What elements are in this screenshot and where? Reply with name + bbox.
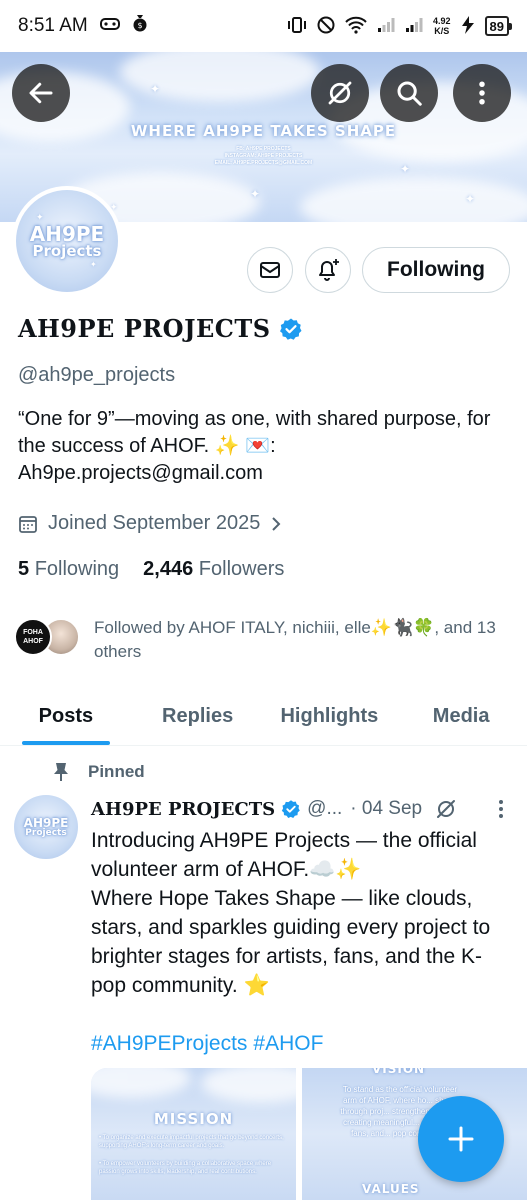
following-button[interactable]: Following xyxy=(362,247,510,293)
svg-text:$: $ xyxy=(137,21,142,30)
post-avatar[interactable]: AH9PE Projects xyxy=(14,795,78,859)
post-handle: @... xyxy=(307,798,343,819)
followers-label: Followers xyxy=(198,558,285,580)
calendar-icon xyxy=(19,515,37,533)
verified-badge-icon[interactable] xyxy=(279,317,303,341)
banner-cloud xyxy=(300,177,527,222)
tab-replies[interactable]: Replies xyxy=(132,688,264,745)
plus-icon xyxy=(448,1126,474,1152)
pinned-indicator: Pinned xyxy=(52,762,145,782)
values-title: VALUES xyxy=(362,1182,420,1196)
mutual-avatars: FOHA AHOF xyxy=(14,616,84,656)
tab-media[interactable]: Media xyxy=(395,688,527,745)
banner-sub-line: EMAIL: AH9PE.PROJECTS@GMAIL.COM xyxy=(214,160,313,166)
follow-stats: 5 Following 2,446 Followers xyxy=(18,558,284,581)
avatar-image: ✦ ✦ AH9PE Projects xyxy=(16,190,118,292)
vision-title: VISION xyxy=(372,1068,426,1076)
post-media-mission[interactable]: MISSION • To organize and execute impact… xyxy=(91,1068,296,1200)
search-icon xyxy=(397,81,422,106)
grok-icon[interactable] xyxy=(434,797,458,821)
post-body: Introducing AH9PE Projects — the officia… xyxy=(91,826,516,1000)
dnd-icon xyxy=(317,16,335,37)
money-bag-icon: $ xyxy=(132,14,148,38)
joined-date-row[interactable]: Joined September 2025 xyxy=(18,512,282,535)
pinned-label: Pinned xyxy=(88,762,145,781)
status-time: 8:51 AM xyxy=(18,15,88,36)
grok-icon xyxy=(328,81,352,105)
followers-stat[interactable]: 2,446 Followers xyxy=(143,558,284,581)
sparkle-icon: ✦ xyxy=(90,260,97,269)
avatar-text-line2: Projects xyxy=(32,241,102,260)
avatar-text-line1: AH9PE xyxy=(29,221,105,246)
notifications-button[interactable] xyxy=(305,247,351,293)
charging-icon xyxy=(461,15,475,37)
back-arrow-icon xyxy=(29,82,53,104)
network-speed: 4.92 K/S xyxy=(433,16,451,36)
mission-bullet: • To organize and execute impactful proj… xyxy=(99,1135,284,1149)
banner-title: WHERE AH9PE TAKES SHAPE xyxy=(130,122,397,140)
mission-title: MISSION xyxy=(153,1110,234,1128)
post-body-line: Where Hope Takes Shape — like clouds, st… xyxy=(91,887,491,997)
followers-count: 2,446 xyxy=(143,558,194,580)
vibrate-icon xyxy=(287,16,307,37)
search-button[interactable] xyxy=(380,64,438,122)
profile-avatar[interactable]: ✦ ✦ AH9PE Projects xyxy=(12,186,122,296)
grok-button[interactable] xyxy=(311,64,369,122)
hashtag-link[interactable]: #AH9PEProjects xyxy=(91,1032,247,1055)
profile-name-row: AH9PE PROJECTS xyxy=(18,314,303,343)
envelope-icon xyxy=(260,262,280,278)
hashtag-link[interactable]: #AHOF xyxy=(253,1032,323,1055)
sparkle-icon: ✦ xyxy=(250,187,261,201)
media-cloud xyxy=(91,1068,191,1098)
chevron-right-icon xyxy=(272,516,281,531)
sparkle-icon: ✦ xyxy=(36,212,44,222)
sparkle-icon: ✦ xyxy=(465,192,476,206)
post-header: AH9PE PROJECTS @... · 04 Sep xyxy=(91,797,511,821)
banner-sub-line: FB: AH9PE PROJECTS xyxy=(236,146,291,152)
tab-highlights[interactable]: Highlights xyxy=(264,688,396,745)
following-count: 5 xyxy=(18,558,30,580)
status-bar: 8:51 AM $ 4.92 K/S 89 xyxy=(0,0,527,52)
profile-tabs: Posts Replies Highlights Media xyxy=(0,688,527,746)
verified-badge-icon xyxy=(281,800,300,818)
followed-by-text: Followed by AHOF ITALY, nichiii, elle✨🐈‍… xyxy=(94,618,496,661)
compose-post-button[interactable] xyxy=(418,1096,504,1182)
post-more-icon[interactable] xyxy=(491,798,511,820)
mission-bullet: • To empower volunteers by building a co… xyxy=(99,1161,272,1175)
gamepad-icon xyxy=(99,15,120,37)
post-hashtags: #AH9PEProjects #AHOF xyxy=(91,1032,329,1056)
tab-posts[interactable]: Posts xyxy=(0,688,132,745)
speed-value: 4.92 xyxy=(433,16,451,26)
profile-bio: “One for 9”—moving as one, with shared p… xyxy=(18,408,491,484)
post-avatar-line2: Projects xyxy=(25,827,67,838)
post-author[interactable]: AH9PE PROJECTS xyxy=(91,799,275,820)
following-label: Following xyxy=(34,558,120,580)
profile-handle: @ah9pe_projects xyxy=(18,364,176,386)
battery-indicator: 89 xyxy=(484,16,513,36)
sparkle-icon: ✦ xyxy=(150,82,161,96)
vertical-dots-icon xyxy=(479,81,485,105)
banner-subtitle: FB: AH9PE PROJECTS INSTAGRAM: AH9PE PROJ… xyxy=(0,146,527,167)
post-body-line: Introducing AH9PE Projects — the officia… xyxy=(91,829,477,881)
signal-icon-1 xyxy=(377,17,395,36)
joined-date: Joined September 2025 xyxy=(48,512,261,534)
mutual-avatar: FOHA AHOF xyxy=(14,618,52,656)
post-date: · 04 Sep xyxy=(350,798,423,819)
media-cloud xyxy=(201,1068,296,1103)
message-button[interactable] xyxy=(247,247,293,293)
pin-icon xyxy=(54,763,68,781)
back-button[interactable] xyxy=(12,64,70,122)
post-avatar-line1: AH9PE xyxy=(23,815,69,830)
banner-sub-line: INSTAGRAM: AH9PE PROJECTS xyxy=(224,153,303,159)
speed-unit: K/S xyxy=(434,26,450,36)
bell-plus-icon xyxy=(319,259,339,281)
signal-icon-2 xyxy=(405,17,423,36)
following-stat[interactable]: 5 Following xyxy=(18,558,119,581)
profile-name: AH9PE PROJECTS xyxy=(18,314,271,343)
more-options-button[interactable] xyxy=(453,64,511,122)
wifi-icon xyxy=(345,16,367,37)
followed-by-row[interactable]: FOHA AHOF Followed by AHOF ITALY, nichii… xyxy=(14,616,504,664)
